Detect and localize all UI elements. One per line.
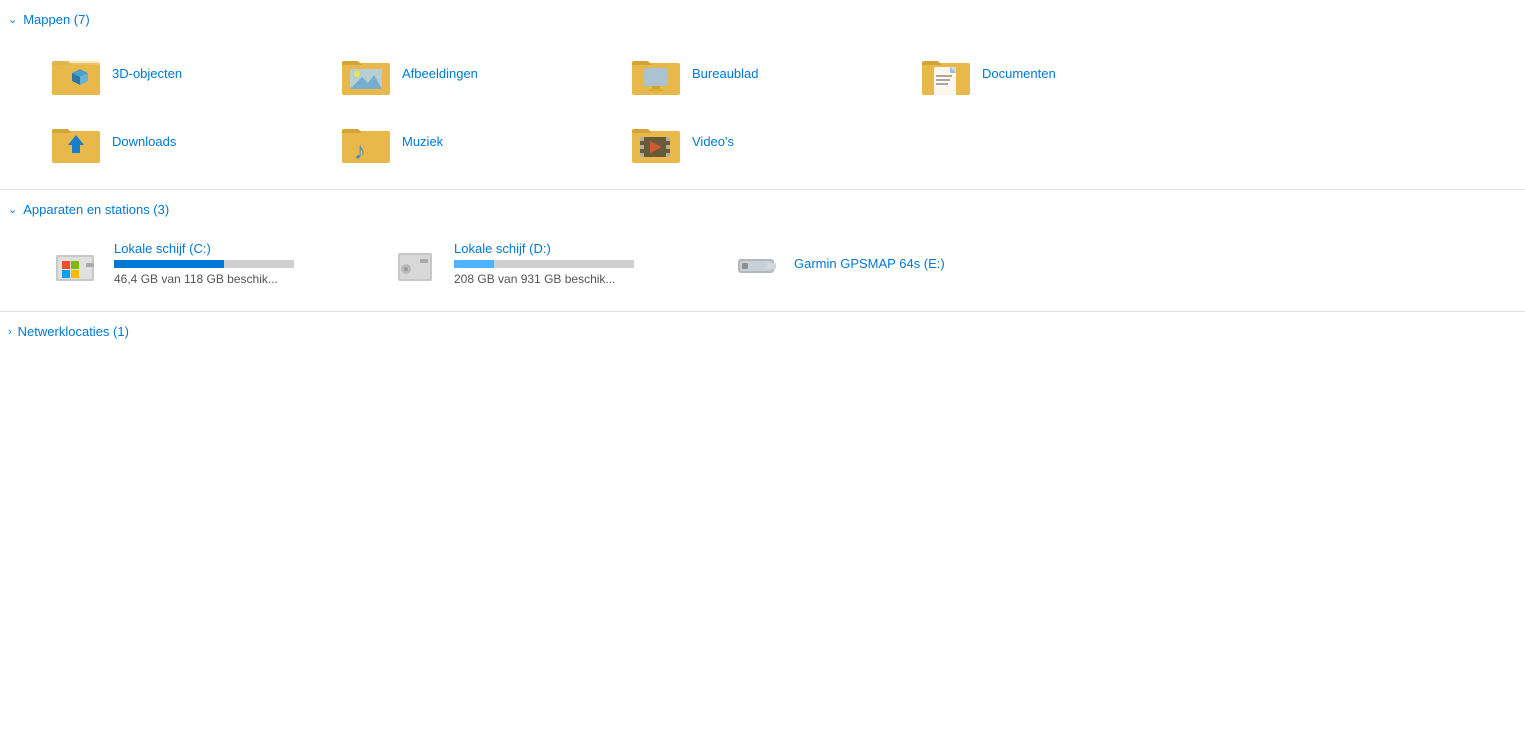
network-section: › Netwerklocaties (1)	[0, 312, 1525, 349]
drive-info-d-drive: Lokale schijf (D:) 208 GB van 931 GB bes…	[454, 241, 634, 286]
drive-item-d-drive[interactable]: Lokale schijf (D:) 208 GB van 931 GB bes…	[380, 229, 720, 297]
mappen-chevron: ⌄	[8, 13, 17, 26]
drive-name-e-drive: Garmin GPSMAP 64s (E:)	[794, 256, 945, 271]
drive-icon-d-drive	[390, 237, 442, 289]
drive-size-c-drive: 46,4 GB van 118 GB beschik...	[114, 272, 294, 286]
folder-label-bureaublad: Bureaublad	[692, 66, 759, 81]
folder-item-downloads[interactable]: Downloads	[40, 107, 330, 175]
folder-icon-bureaublad	[630, 47, 682, 99]
drive-name-c-drive: Lokale schijf (C:)	[114, 241, 294, 256]
drive-bar-fill-c-drive	[114, 260, 224, 268]
drive-item-e-drive[interactable]: Garmin GPSMAP 64s (E:)	[720, 229, 1060, 297]
folder-label-videos: Video's	[692, 134, 734, 149]
folder-item-afbeeldingen[interactable]: Afbeeldingen	[330, 39, 620, 107]
drive-icon-c-drive	[50, 237, 102, 289]
drive-bar-fill-d-drive	[454, 260, 494, 268]
drive-size-d-drive: 208 GB van 931 GB beschik...	[454, 272, 634, 286]
folder-label-downloads: Downloads	[112, 134, 176, 149]
drives-content: Lokale schijf (C:) 46,4 GB van 118 GB be…	[0, 223, 1525, 307]
mappen-content: 3D-objecten Afbeeldingen Bureaublad	[0, 33, 1525, 185]
folder-icon-downloads	[50, 115, 102, 167]
drive-name-d-drive: Lokale schijf (D:)	[454, 241, 634, 256]
apparaten-header[interactable]: ⌄ Apparaten en stations (3)	[0, 198, 1525, 223]
drive-info-e-drive: Garmin GPSMAP 64s (E:)	[794, 256, 945, 271]
folder-label-3d-objecten: 3D-objecten	[112, 66, 182, 81]
folder-label-afbeeldingen: Afbeeldingen	[402, 66, 478, 81]
folder-icon-muziek: ♪	[340, 115, 392, 167]
folder-icon-afbeeldingen	[340, 47, 392, 99]
folder-item-bureaublad[interactable]: Bureaublad	[620, 39, 910, 107]
network-chevron: ›	[8, 326, 12, 338]
network-header[interactable]: › Netwerklocaties (1)	[0, 320, 1525, 345]
apparaten-label: Apparaten en stations (3)	[23, 202, 169, 217]
folder-item-3d-objecten[interactable]: 3D-objecten	[40, 39, 330, 107]
drive-bar-bg-c-drive	[114, 260, 294, 268]
folder-label-documenten: Documenten	[982, 66, 1056, 81]
folder-icon-3d-objecten	[50, 47, 102, 99]
folder-icon-videos	[630, 115, 682, 167]
apparaten-chevron: ⌄	[8, 203, 17, 216]
drive-info-c-drive: Lokale schijf (C:) 46,4 GB van 118 GB be…	[114, 241, 294, 286]
mappen-label: Mappen (7)	[23, 12, 89, 27]
drive-item-c-drive[interactable]: Lokale schijf (C:) 46,4 GB van 118 GB be…	[40, 229, 380, 297]
folder-item-videos[interactable]: Video's	[620, 107, 910, 175]
network-label: Netwerklocaties (1)	[18, 324, 129, 339]
mappen-section: ⌄ Mappen (7) 3D-objecten Afbeeldinge	[0, 0, 1525, 190]
svg-text:♪: ♪	[354, 138, 366, 165]
folder-icon-documenten	[920, 47, 972, 99]
folder-item-documenten[interactable]: Documenten	[910, 39, 1200, 107]
mappen-header[interactable]: ⌄ Mappen (7)	[0, 8, 1525, 33]
folder-item-muziek[interactable]: ♪ Muziek	[330, 107, 620, 175]
drive-icon-e-drive	[730, 237, 782, 289]
folder-label-muziek: Muziek	[402, 134, 443, 149]
apparaten-section: ⌄ Apparaten en stations (3) Lokale schij…	[0, 190, 1525, 312]
drive-bar-bg-d-drive	[454, 260, 634, 268]
